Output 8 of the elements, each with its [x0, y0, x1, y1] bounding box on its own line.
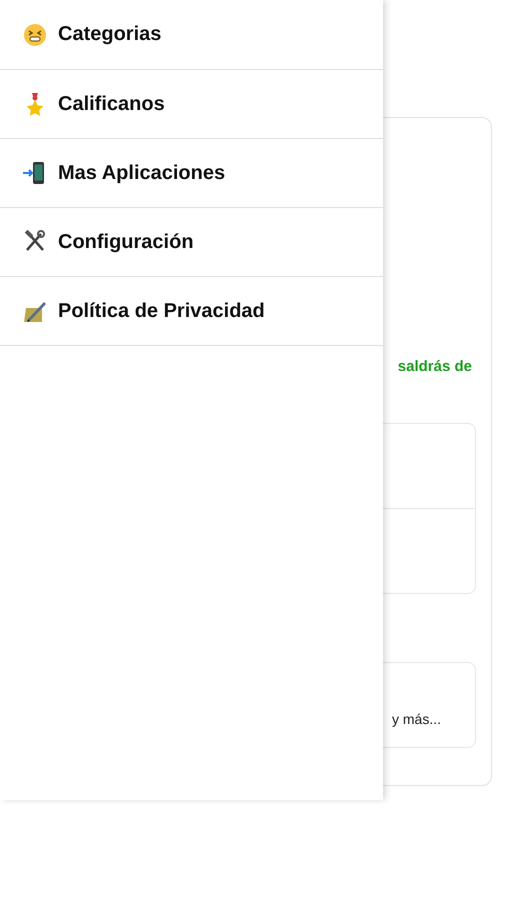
- notice-text: saldrás de: [398, 358, 472, 375]
- menu-item[interactable]: Categorias: [0, 0, 383, 70]
- menu-item[interactable]: Calificanos: [0, 70, 383, 139]
- menu-item[interactable]: Política de Privacidad: [0, 277, 383, 346]
- grimacing-face-icon: [22, 22, 48, 48]
- card-text: y más...: [392, 711, 441, 727]
- menu-item[interactable]: Configuración: [0, 208, 383, 277]
- menu-item[interactable]: Mas Aplicaciones: [0, 139, 383, 208]
